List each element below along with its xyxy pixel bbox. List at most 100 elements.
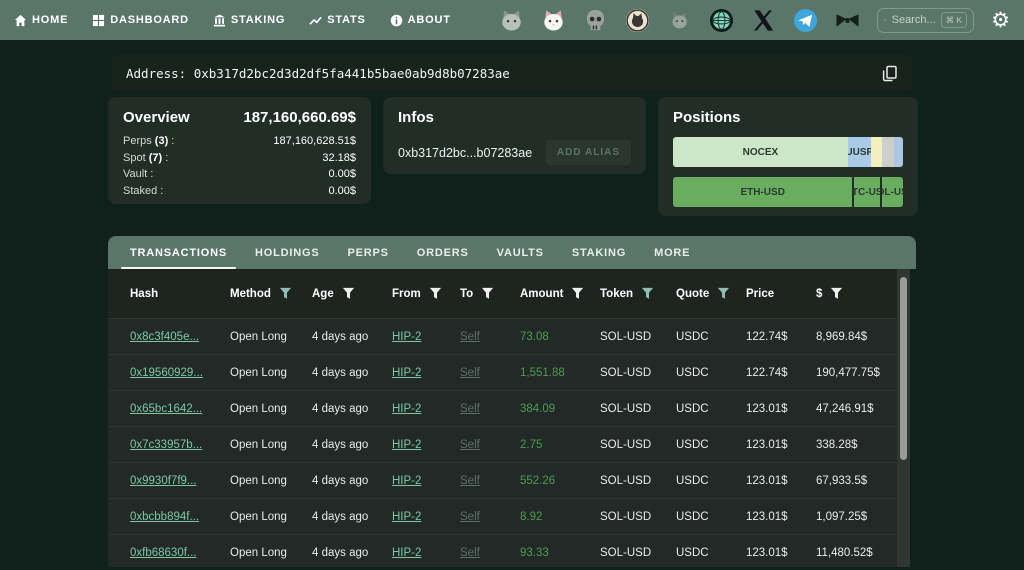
hash-link[interactable]: 0x9930f7f9... <box>130 475 230 487</box>
position-segment-eth-usd[interactable]: ETH-USD <box>673 177 853 207</box>
overview-row-perps: Perps (3) : 187,160,628.51$ <box>123 133 356 150</box>
nav-item-label: STAKING <box>230 14 286 26</box>
filter-icon[interactable] <box>279 287 292 300</box>
about-icon <box>390 14 402 26</box>
column-label: Token <box>600 287 634 300</box>
cat-grey-icon[interactable] <box>499 8 524 33</box>
age-cell: 4 days ago <box>312 474 369 487</box>
position-segment-btc-usd[interactable]: BTC-USD <box>852 177 880 207</box>
skull-icon[interactable] <box>583 8 608 33</box>
method-cell: Open Long <box>230 402 287 415</box>
tab-transactions[interactable]: TRANSACTIONS <box>116 236 241 269</box>
from-link[interactable]: HIP-2 <box>392 475 460 487</box>
nav-item-home[interactable]: HOME <box>14 14 68 27</box>
tab-holdings[interactable]: HOLDINGS <box>241 236 333 269</box>
from-link[interactable]: HIP-2 <box>392 511 460 523</box>
filter-icon[interactable] <box>830 287 843 300</box>
nav-item-label: DASHBOARD <box>110 14 189 26</box>
copy-icon[interactable] <box>881 65 898 82</box>
filter-icon[interactable] <box>571 287 584 300</box>
table-row: 0xbcbb894f... Open Long 4 days ago HIP-2 Sel… <box>108 498 910 534</box>
to-link[interactable]: Self <box>460 547 520 559</box>
overview-title: Overview <box>123 109 190 126</box>
filter-icon[interactable] <box>641 287 654 300</box>
hash-link[interactable]: 0xbcbb894f... <box>130 511 230 523</box>
hash-link[interactable]: 0x8c3f405e... <box>130 331 230 343</box>
column-label: Hash <box>130 287 159 300</box>
age-cell: 4 days ago <box>312 330 369 343</box>
from-link[interactable]: HIP-2 <box>392 331 460 343</box>
table-row: 0x7c33957b... Open Long 4 days ago HIP-2 Sel… <box>108 426 910 462</box>
table-scrollbar-track[interactable] <box>897 269 910 567</box>
price-cell: 123.01$ <box>746 402 788 415</box>
age-cell: 4 days ago <box>312 510 369 523</box>
cat-white-icon[interactable] <box>541 8 566 33</box>
spot-positions-bar: NOCEX UUSP <box>673 137 903 167</box>
filter-icon[interactable] <box>429 287 442 300</box>
from-link[interactable]: HIP-2 <box>392 367 460 379</box>
from-link[interactable]: HIP-2 <box>392 547 460 559</box>
tab-orders[interactable]: ORDERS <box>403 236 483 269</box>
to-link[interactable]: Self <box>460 367 520 379</box>
overview-card: Overview 187,160,660.69$ Perps (3) : 187,… <box>108 97 371 204</box>
hash-link[interactable]: 0xfb68630f... <box>130 547 230 559</box>
usd-cell: 338.28$ <box>816 438 858 451</box>
hash-link[interactable]: 0x7c33957b... <box>130 439 230 451</box>
x-logo-icon[interactable] <box>751 8 776 33</box>
position-segment-nocex[interactable]: NOCEX <box>673 137 848 167</box>
overview-row-vault: Vault : 0.00$ <box>123 166 356 183</box>
telegram-icon[interactable] <box>793 8 818 33</box>
column-header-price: Price <box>746 288 816 300</box>
token-cell: SOL-USD <box>600 474 652 487</box>
to-link[interactable]: Self <box>460 475 520 487</box>
cat-badge-icon[interactable] <box>625 8 650 33</box>
usd-cell: 47,246.91$ <box>816 402 874 415</box>
from-link[interactable]: HIP-2 <box>392 439 460 451</box>
table-scrollbar-thumb[interactable] <box>900 277 907 460</box>
position-segment[interactable] <box>893 137 903 167</box>
position-segment[interactable] <box>870 137 883 167</box>
quote-cell: USDC <box>676 366 709 379</box>
overview-rows: Perps (3) : 187,160,628.51$ Spot (7) : 32.1… <box>123 133 356 199</box>
tab-perps[interactable]: PERPS <box>333 236 402 269</box>
gear-icon[interactable]: ⚙ <box>991 9 1010 31</box>
globe-icon[interactable] <box>709 8 734 33</box>
nav-item-stats[interactable]: STATS <box>309 14 365 27</box>
quote-cell: USDC <box>676 402 709 415</box>
age-cell: 4 days ago <box>312 546 369 559</box>
position-segment-sol-usd[interactable]: SOL-USD <box>879 177 903 207</box>
nav-item-staking[interactable]: STAKING <box>213 13 286 27</box>
hash-link[interactable]: 0x19560929... <box>130 367 230 379</box>
search-icon <box>884 18 887 22</box>
stats-icon <box>309 16 322 25</box>
table-header: Hash Method Age From To Amount Token Quote Price… <box>108 269 910 318</box>
nav-item-about[interactable]: ABOUT <box>390 14 451 27</box>
position-segment[interactable] <box>882 137 894 167</box>
to-link[interactable]: Self <box>460 439 520 451</box>
from-link[interactable]: HIP-2 <box>392 403 460 415</box>
bowtie-icon[interactable] <box>835 8 860 33</box>
filter-icon[interactable] <box>717 287 730 300</box>
to-link[interactable]: Self <box>460 403 520 415</box>
hash-link[interactable]: 0x65bc1642... <box>130 403 230 415</box>
tab-vaults[interactable]: VAULTS <box>483 236 558 269</box>
navbar: HOME DASHBOARD STAKING STATS ABOUT Search...… <box>0 0 1024 40</box>
position-segment-uusp[interactable]: UUSP <box>847 137 871 167</box>
cat-kitten-icon[interactable] <box>667 8 692 33</box>
amount-cell: 1,551.88 <box>520 366 565 379</box>
column-label: Age <box>312 287 334 300</box>
filter-icon[interactable] <box>342 287 355 300</box>
tab-staking[interactable]: STAKING <box>558 236 640 269</box>
column-label: To <box>460 287 474 300</box>
column-label: $ <box>816 287 823 300</box>
nav-item-dashboard[interactable]: DASHBOARD <box>92 14 189 27</box>
token-cell: SOL-USD <box>600 402 652 415</box>
add-alias-button[interactable]: ADD ALIAS <box>545 140 631 165</box>
filter-icon[interactable] <box>481 287 494 300</box>
search-input[interactable]: Search... ⌘ K <box>877 7 975 33</box>
amount-cell: 552.26 <box>520 474 556 487</box>
to-link[interactable]: Self <box>460 511 520 523</box>
tab-more[interactable]: MORE <box>640 236 704 269</box>
to-link[interactable]: Self <box>460 331 520 343</box>
column-header-amount: Amount <box>520 287 600 300</box>
